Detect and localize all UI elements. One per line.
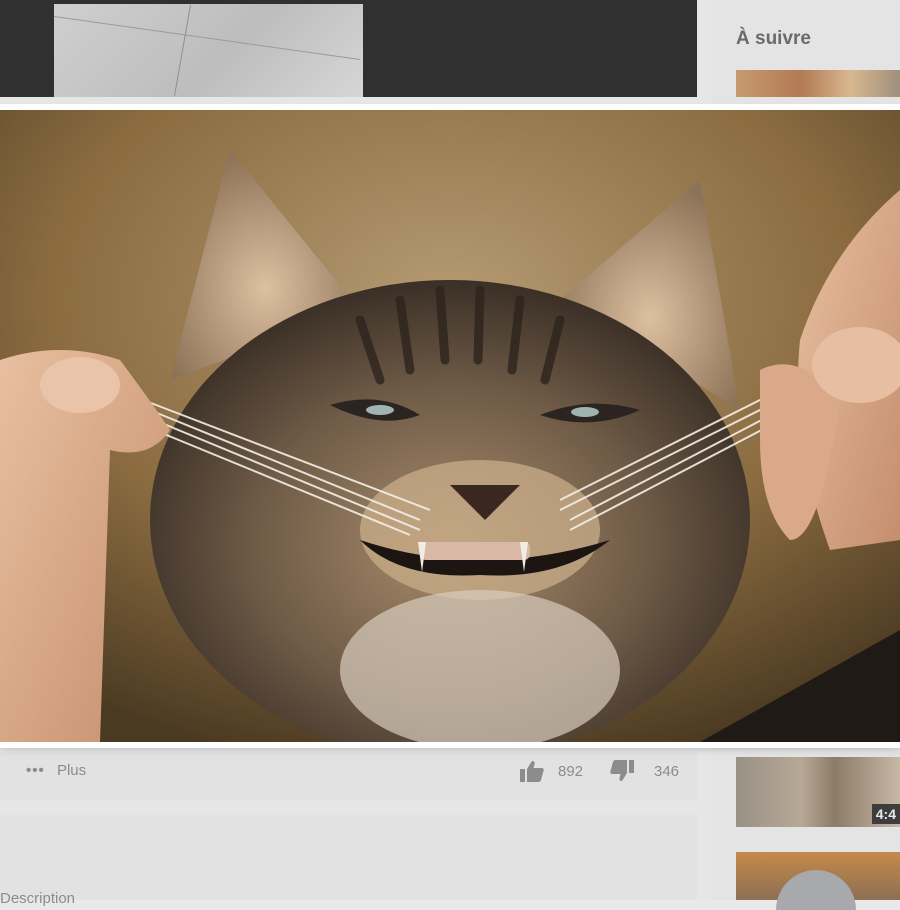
thumbnail-cat-shape [776, 870, 856, 910]
dislike-count: 346 [654, 762, 680, 780]
sidebar-thumbnail[interactable]: 4:4 [736, 757, 900, 827]
image-lightbox[interactable] [0, 110, 900, 742]
kitten-photo [0, 110, 900, 742]
video-frame [53, 4, 363, 97]
more-label: Plus [56, 762, 87, 779]
more-button[interactable]: ••• Plus [26, 762, 86, 779]
dislike-button[interactable]: 346 [610, 760, 679, 782]
video-actions-bar [0, 752, 697, 800]
frame-line [173, 4, 192, 97]
more-dots-icon: ••• [26, 762, 45, 779]
up-next-title: À suivre [736, 28, 811, 49]
like-button[interactable]: 892 [520, 760, 583, 782]
sidebar-thumbnail[interactable] [736, 70, 900, 97]
description-box [0, 815, 697, 900]
video-duration: 4:4 [871, 804, 900, 824]
thumbs-down-icon [610, 760, 634, 781]
frame-line [53, 16, 361, 60]
sidebar-thumbnail[interactable] [736, 852, 900, 910]
description-label[interactable]: Description [0, 890, 75, 907]
thumbs-up-icon [520, 761, 544, 782]
video-player[interactable] [0, 0, 697, 97]
like-count: 892 [558, 762, 584, 780]
